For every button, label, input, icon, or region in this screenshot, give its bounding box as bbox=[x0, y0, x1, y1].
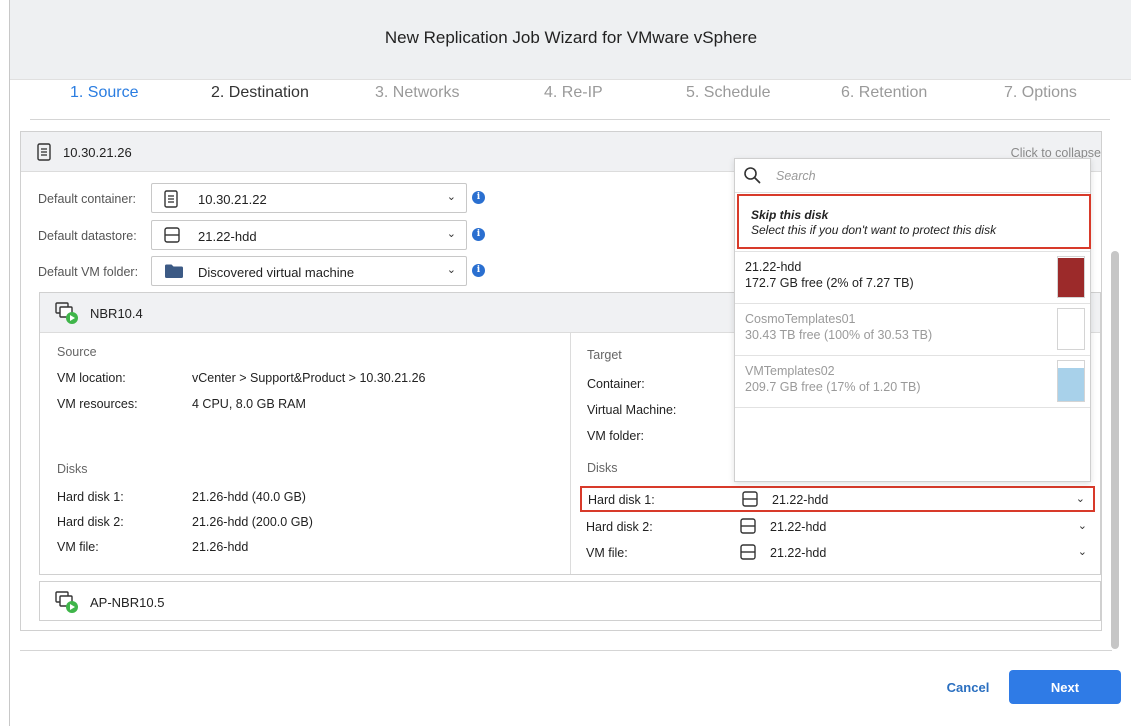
folder-icon bbox=[164, 263, 184, 282]
default-datastore-label: Default datastore: bbox=[38, 229, 137, 243]
search-icon bbox=[743, 166, 761, 187]
server-icon bbox=[164, 190, 178, 211]
vm-panel-collapsed[interactable]: AP-NBR10.5 bbox=[39, 581, 1101, 621]
datastore-icon bbox=[742, 491, 758, 510]
skip-disk-option[interactable]: Skip this disk Select this if you don't … bbox=[737, 194, 1091, 249]
scrollbar-thumb[interactable] bbox=[1111, 251, 1119, 649]
datastore-option-name: VMTemplates02 bbox=[745, 364, 835, 378]
source-disk-value: 21.26-hdd (200.0 GB) bbox=[192, 515, 313, 529]
wizard-title: New Replication Job Wizard for VMware vS… bbox=[384, 28, 758, 47]
info-icon[interactable]: i bbox=[472, 264, 485, 277]
datastore-icon bbox=[164, 227, 180, 246]
source-disk-label: Hard disk 1: bbox=[57, 490, 124, 504]
info-icon[interactable]: i bbox=[472, 228, 485, 241]
chevron-down-icon: ⌄ bbox=[446, 228, 456, 240]
dropdown-empty-space bbox=[735, 407, 1090, 481]
target-disks-title: Disks bbox=[587, 461, 618, 475]
target-disk-label: Hard disk 2: bbox=[586, 520, 653, 534]
datastore-dropdown: Search Skip this disk Select this if you… bbox=[734, 158, 1091, 482]
column-divider bbox=[570, 333, 571, 574]
datastore-option[interactable]: 21.22-hdd 172.7 GB free (2% of 7.27 TB) bbox=[735, 251, 1090, 303]
target-disk-value: 21.22-hdd bbox=[772, 493, 829, 507]
datastore-option-free: 172.7 GB free (2% of 7.27 TB) bbox=[745, 276, 914, 290]
skip-disk-description: Select this if you don't want to protect… bbox=[751, 223, 997, 237]
target-disk-value: 21.22-hdd bbox=[770, 520, 827, 534]
server-icon bbox=[37, 143, 51, 164]
default-container-select[interactable]: 10.30.21.22 ⌄ bbox=[151, 183, 467, 213]
chevron-down-icon: ⌄ bbox=[446, 264, 456, 276]
target-vmfile-row[interactable]: VM file: 21.22-hdd ⌄ bbox=[580, 541, 1095, 567]
datastore-option-name: 21.22-hdd bbox=[745, 260, 802, 274]
vm-location-value: vCenter > Support&Product > 10.30.21.26 bbox=[192, 371, 426, 385]
default-folder-select[interactable]: Discovered virtual machine ⌄ bbox=[151, 256, 467, 286]
step-retention[interactable]: 6. Retention bbox=[841, 84, 927, 102]
step-networks[interactable]: 3. Networks bbox=[375, 84, 459, 102]
chevron-down-icon: ⌄ bbox=[1077, 546, 1087, 558]
vm-running-icon bbox=[54, 301, 80, 328]
target-folder-label: VM folder: bbox=[587, 429, 644, 443]
next-button[interactable]: Next bbox=[1009, 670, 1121, 704]
vm-resources-label: VM resources: bbox=[57, 397, 138, 411]
vm-name: AP-NBR10.5 bbox=[90, 595, 165, 610]
cancel-button[interactable]: Cancel bbox=[934, 676, 1002, 698]
chevron-down-icon: ⌄ bbox=[1077, 520, 1087, 532]
chevron-down-icon: ⌄ bbox=[1075, 493, 1085, 505]
source-vmfile-value: 21.26-hdd bbox=[192, 540, 249, 554]
datastore-option-free: 209.7 GB free (17% of 1.20 TB) bbox=[745, 380, 921, 394]
datastore-usage-bar bbox=[1057, 308, 1085, 350]
datastore-option-free: 30.43 TB free (100% of 30.53 TB) bbox=[745, 328, 933, 342]
source-vmfile-label: VM file: bbox=[57, 540, 99, 554]
host-name: 10.30.21.26 bbox=[63, 145, 132, 160]
source-disk-label: Hard disk 2: bbox=[57, 515, 124, 529]
datastore-icon bbox=[740, 544, 756, 563]
step-re-ip[interactable]: 4. Re-IP bbox=[544, 84, 603, 102]
chevron-down-icon: ⌄ bbox=[446, 191, 456, 203]
target-vmfile-value: 21.22-hdd bbox=[770, 546, 827, 560]
default-container-value: 10.30.21.22 bbox=[198, 192, 267, 207]
datastore-option[interactable]: CosmoTemplates01 30.43 TB free (100% of … bbox=[735, 303, 1090, 355]
datastore-usage-bar bbox=[1057, 360, 1085, 402]
datastore-option[interactable]: VMTemplates02 209.7 GB free (17% of 1.20… bbox=[735, 355, 1090, 407]
search-placeholder: Search bbox=[776, 169, 816, 183]
target-disk-row-2[interactable]: Hard disk 2: 21.22-hdd ⌄ bbox=[580, 515, 1095, 541]
default-datastore-value: 21.22-hdd bbox=[198, 229, 257, 244]
step-source[interactable]: 1. Source bbox=[70, 84, 138, 102]
target-disk-row-1[interactable]: Hard disk 1: 21.22-hdd ⌄ bbox=[580, 486, 1095, 512]
target-container-label: Container: bbox=[587, 377, 645, 391]
datastore-usage-bar bbox=[1057, 256, 1085, 298]
source-title: Source bbox=[57, 345, 97, 359]
target-title: Target bbox=[587, 348, 622, 362]
wizard-steps: 1. Source 2. Destination 3. Networks 4. … bbox=[10, 80, 1131, 120]
target-vmfile-label: VM file: bbox=[586, 546, 628, 560]
default-folder-value: Discovered virtual machine bbox=[198, 265, 355, 280]
info-icon[interactable]: i bbox=[472, 191, 485, 204]
target-vm-label: Virtual Machine: bbox=[587, 403, 677, 417]
scrollbar[interactable] bbox=[1111, 131, 1119, 651]
title-bar: New Replication Job Wizard for VMware vS… bbox=[10, 0, 1131, 80]
step-options[interactable]: 7. Options bbox=[1004, 84, 1077, 102]
step-destination[interactable]: 2. Destination bbox=[211, 84, 309, 102]
skip-disk-title: Skip this disk bbox=[751, 208, 829, 222]
vm-resources-value: 4 CPU, 8.0 GB RAM bbox=[192, 397, 306, 411]
datastore-usage-fill bbox=[1058, 257, 1084, 297]
default-container-label: Default container: bbox=[38, 192, 136, 206]
datastore-option-name: CosmoTemplates01 bbox=[745, 312, 856, 326]
step-schedule[interactable]: 5. Schedule bbox=[686, 84, 771, 102]
dropdown-search[interactable]: Search bbox=[735, 159, 1090, 193]
default-datastore-select[interactable]: 21.22-hdd ⌄ bbox=[151, 220, 467, 250]
target-disk-label: Hard disk 1: bbox=[588, 493, 655, 507]
datastore-icon bbox=[740, 518, 756, 537]
default-folder-label: Default VM folder: bbox=[38, 265, 139, 279]
steps-divider bbox=[30, 119, 1110, 120]
datastore-usage-fill bbox=[1058, 367, 1084, 401]
source-disk-value: 21.26-hdd (40.0 GB) bbox=[192, 490, 306, 504]
vm-name: NBR10.4 bbox=[90, 306, 143, 321]
vm-location-label: VM location: bbox=[57, 371, 126, 385]
vm-running-icon bbox=[54, 590, 80, 617]
footer-divider bbox=[20, 650, 1112, 651]
source-disks-title: Disks bbox=[57, 462, 88, 476]
